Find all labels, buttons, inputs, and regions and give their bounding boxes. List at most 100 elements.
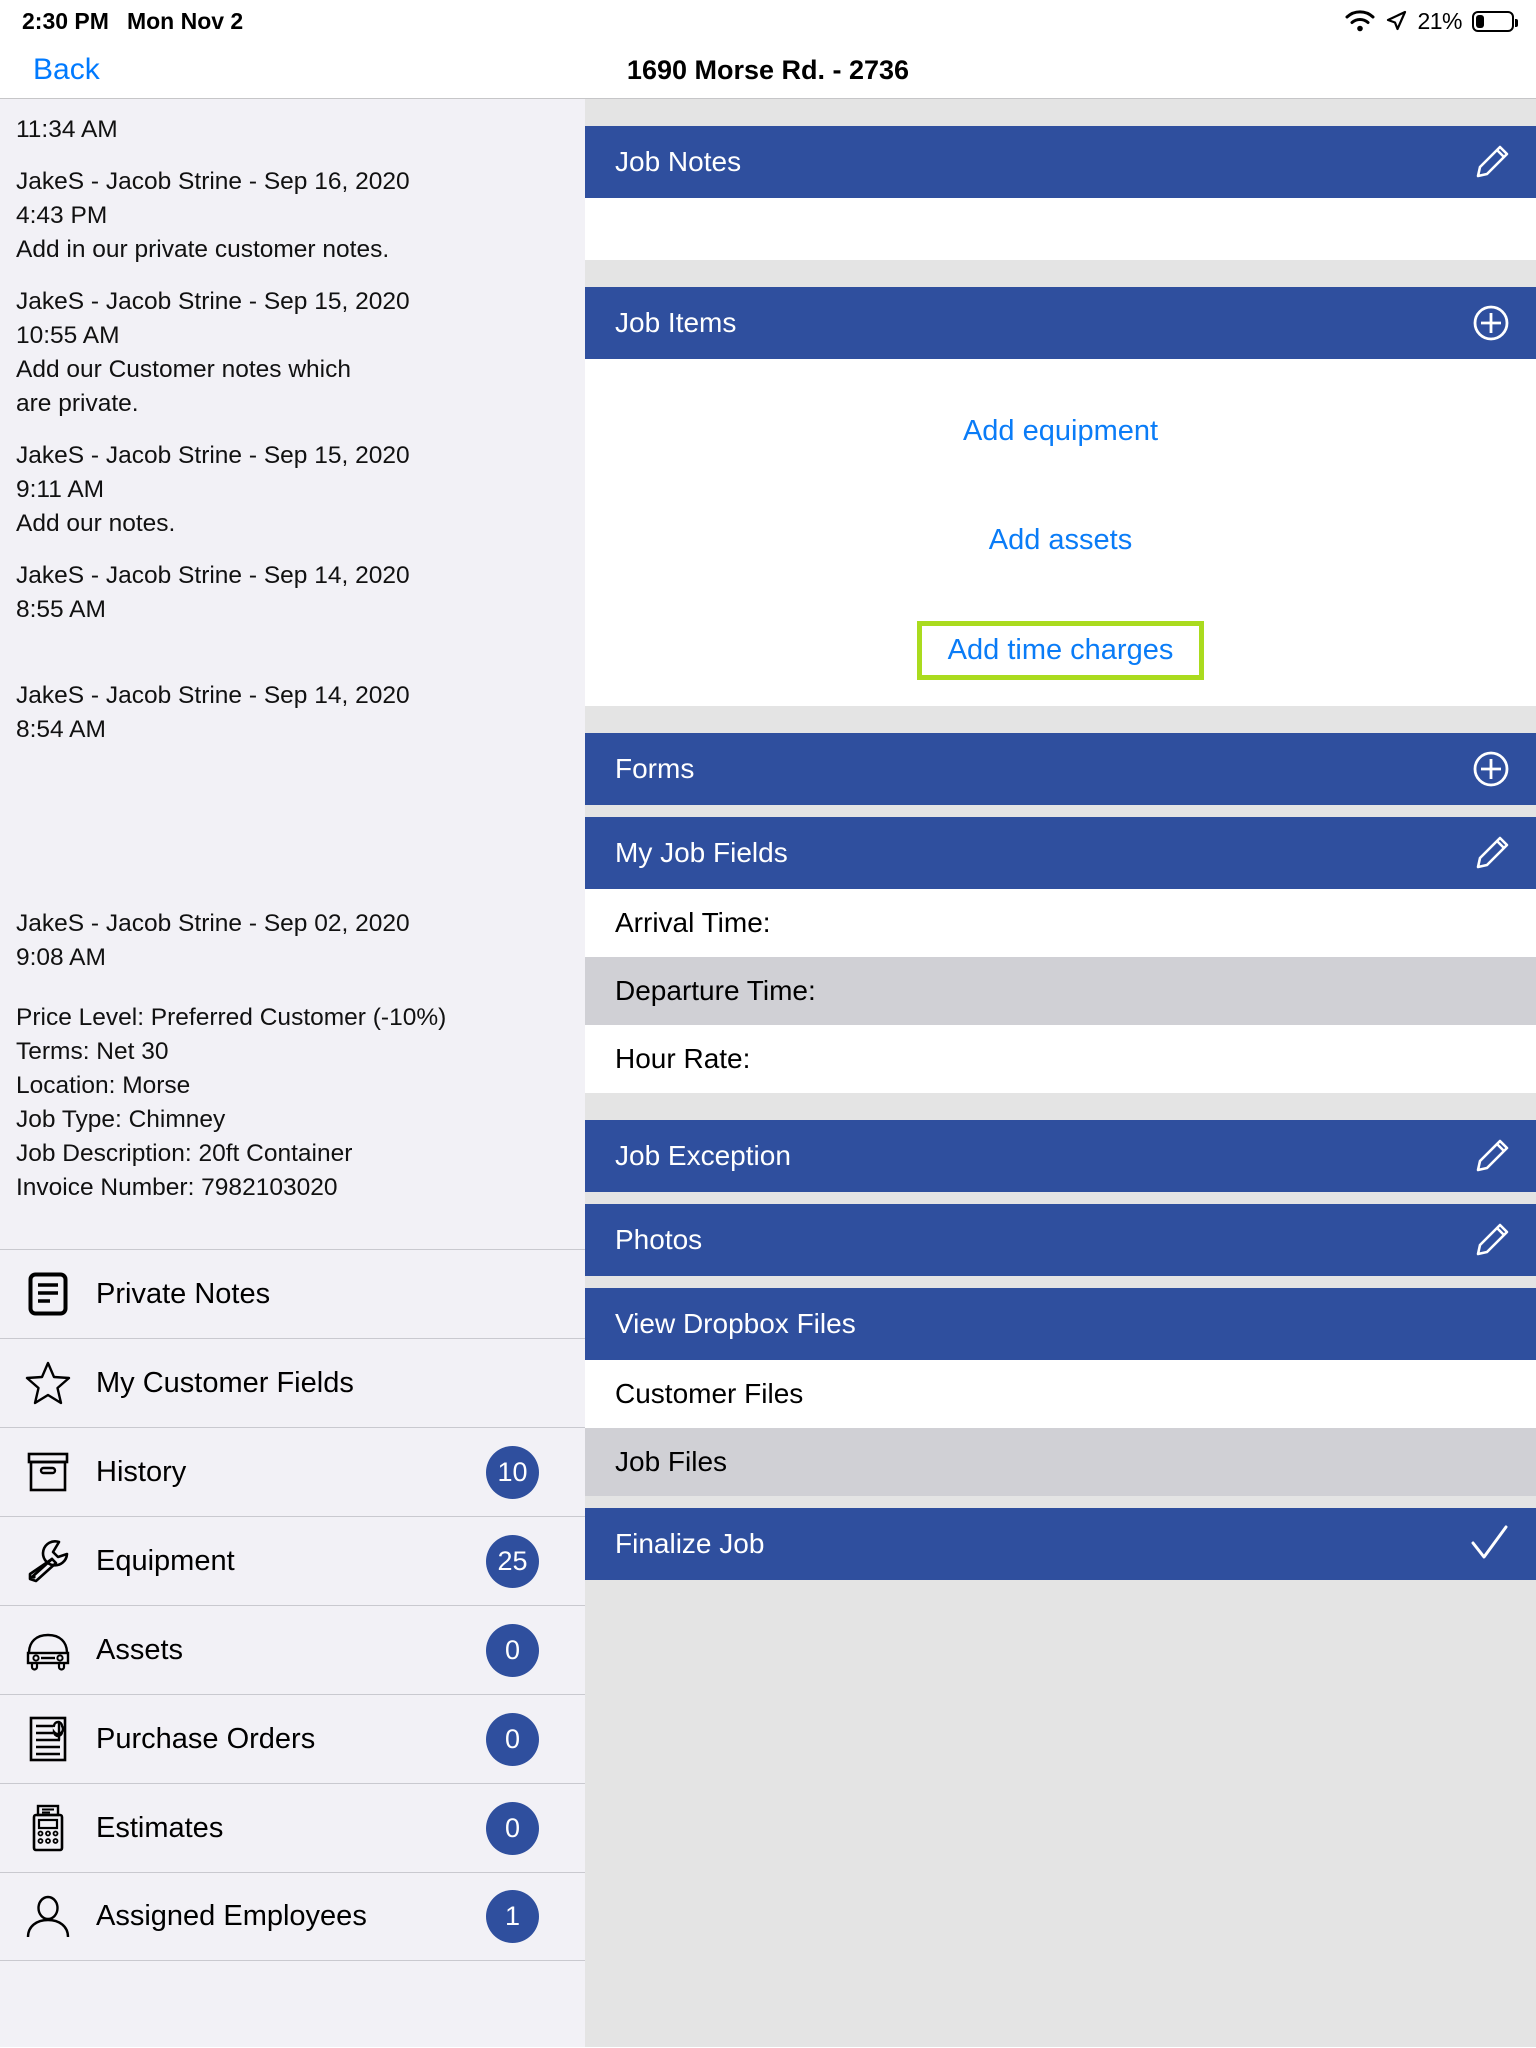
sidebar-item-label: Assigned Employees — [96, 1900, 367, 1932]
section-header-my-job-fields[interactable]: My Job Fields — [585, 817, 1536, 889]
note-entry: JakeS - Jacob Strine - Sep 14, 2020 8:54… — [16, 682, 410, 743]
invoice-dollar-icon — [22, 1716, 74, 1762]
back-button[interactable]: Back — [33, 53, 100, 87]
battery-icon — [1472, 10, 1518, 32]
job-items-body: Add equipment Add assets Add time charge… — [585, 359, 1536, 706]
add-assets-button[interactable]: Add assets — [989, 512, 1132, 569]
section-spacer — [585, 1192, 1536, 1204]
section-title: View Dropbox Files — [615, 1308, 856, 1339]
section-spacer — [585, 706, 1536, 733]
section-header-job-exception[interactable]: Job Exception — [585, 1120, 1536, 1192]
section-title: Forms — [615, 753, 695, 784]
section-title: Photos — [615, 1224, 703, 1255]
sidebar-item-assets[interactable]: Assets 0 — [0, 1605, 585, 1694]
calculator-icon — [22, 1804, 74, 1852]
dropbox-row-job-files[interactable]: Job Files — [585, 1428, 1536, 1496]
section-spacer — [585, 1496, 1536, 1508]
sidebar-menu: Private Notes My Customer Fields History… — [0, 1249, 585, 1961]
plus-circle-icon[interactable] — [1472, 750, 1510, 788]
left-sidebar[interactable]: 11:34 AM JakeS - Jacob Strine - Sep 16, … — [0, 99, 585, 2047]
field-row-arrival-time[interactable]: Arrival Time: — [585, 889, 1536, 957]
section-header-photos[interactable]: Photos — [585, 1204, 1536, 1276]
pencil-icon[interactable] — [1474, 1222, 1510, 1258]
right-detail-panel[interactable]: Job Notes Job Items Add equipment Add as… — [585, 99, 1536, 2047]
star-icon — [22, 1360, 74, 1406]
sidebar-item-my-customer-fields[interactable]: My Customer Fields — [0, 1338, 585, 1427]
content-split: 11:34 AM JakeS - Jacob Strine - Sep 16, … — [0, 99, 1536, 2047]
dropbox-row-customer-files[interactable]: Customer Files — [585, 1360, 1536, 1428]
sidebar-item-equipment[interactable]: Equipment 25 — [0, 1516, 585, 1605]
status-badge: 0 — [486, 1623, 539, 1677]
navigation-bar: Back 1690 Morse Rd. - 2736 — [0, 42, 1536, 99]
section-header-forms[interactable]: Forms — [585, 733, 1536, 805]
add-assets-row: Add assets — [585, 512, 1536, 569]
notes-document-icon — [22, 1272, 74, 1316]
location-arrow-icon — [1385, 10, 1407, 32]
status-badge: 1 — [486, 1890, 539, 1943]
note-entry: JakeS - Jacob Strine - Sep 15, 2020 10:5… — [16, 288, 410, 417]
wifi-icon — [1345, 10, 1375, 32]
sidebar-item-private-notes[interactable]: Private Notes — [0, 1249, 585, 1338]
pencil-icon[interactable] — [1474, 1138, 1510, 1174]
battery-percent: 21% — [1417, 7, 1462, 34]
note-entry: JakeS - Jacob Strine - Sep 15, 2020 9:11… — [16, 442, 410, 537]
field-row-hour-rate[interactable]: Hour Rate: — [585, 1025, 1536, 1093]
job-meta-details: Price Level: Preferred Customer (-10%) T… — [16, 1004, 447, 1201]
add-equipment-row: Add equipment — [585, 403, 1536, 460]
pencil-icon[interactable] — [1474, 835, 1510, 871]
note-entry: JakeS - Jacob Strine - Sep 16, 2020 4:43… — [16, 168, 410, 263]
note-entry: 11:34 AM — [16, 116, 118, 143]
sidebar-item-label: Purchase Orders — [96, 1722, 316, 1755]
sidebar-item-history[interactable]: History 10 — [0, 1427, 585, 1516]
status-bar-left: 2:30 PM Mon Nov 2 — [22, 8, 243, 35]
checkmark-icon[interactable] — [1468, 1523, 1510, 1565]
sidebar-item-label: Assets — [96, 1633, 184, 1666]
notes-list: 11:34 AM JakeS - Jacob Strine - Sep 16, … — [0, 99, 585, 975]
archive-box-icon — [22, 1451, 74, 1493]
status-badge: 25 — [486, 1534, 539, 1588]
person-icon — [22, 1895, 74, 1939]
my-job-fields-body: Arrival Time: Departure Time: Hour Rate: — [585, 889, 1536, 1093]
add-time-charges-button[interactable]: Add time charges — [948, 634, 1174, 667]
wrench-icon — [22, 1538, 74, 1584]
status-badge: 0 — [486, 1712, 539, 1766]
section-spacer — [585, 805, 1536, 817]
section-spacer — [585, 1093, 1536, 1120]
add-time-charges-highlight[interactable]: Add time charges — [916, 621, 1205, 680]
section-spacer — [585, 99, 1536, 126]
status-time: 2:30 PM — [22, 7, 109, 34]
section-title: Job Exception — [615, 1140, 791, 1171]
section-header-job-notes[interactable]: Job Notes — [585, 126, 1536, 198]
section-title: My Job Fields — [615, 837, 788, 868]
section-title: Finalize Job — [615, 1528, 765, 1559]
add-equipment-button[interactable]: Add equipment — [963, 403, 1158, 460]
job-notes-body — [585, 198, 1536, 260]
sidebar-item-label: Equipment — [96, 1544, 235, 1577]
status-badge: 10 — [486, 1445, 539, 1499]
sidebar-item-label: Estimates — [96, 1811, 224, 1844]
section-title: Job Items — [615, 307, 737, 338]
sidebar-item-purchase-orders[interactable]: Purchase Orders 0 — [0, 1694, 585, 1783]
status-bar: 2:30 PM Mon Nov 2 21% — [0, 0, 1536, 42]
dropbox-files-body: Customer Files Job Files — [585, 1360, 1536, 1496]
section-spacer — [585, 1276, 1536, 1288]
note-entry: JakeS - Jacob Strine - Sep 02, 2020 9:08… — [16, 910, 410, 971]
sidebar-item-label: History — [96, 1455, 187, 1488]
car-icon — [22, 1629, 74, 1671]
section-header-finalize-job[interactable]: Finalize Job — [585, 1508, 1536, 1580]
sidebar-item-estimates[interactable]: Estimates 0 — [0, 1783, 585, 1872]
status-date: Mon Nov 2 — [126, 7, 244, 34]
sidebar-item-assigned-employees[interactable]: Assigned Employees 1 — [0, 1872, 585, 1961]
section-header-view-dropbox-files[interactable]: View Dropbox Files — [585, 1288, 1536, 1360]
field-row-departure-time[interactable]: Departure Time: — [585, 957, 1536, 1025]
sidebar-item-label: My Customer Fields — [96, 1366, 354, 1399]
section-spacer — [585, 260, 1536, 287]
pencil-icon[interactable] — [1474, 144, 1510, 180]
sidebar-item-label: Private Notes — [96, 1277, 271, 1310]
section-header-job-items[interactable]: Job Items — [585, 287, 1536, 359]
status-bar-right: 21% — [1345, 7, 1518, 35]
status-badge: 0 — [486, 1801, 539, 1855]
note-entry: JakeS - Jacob Strine - Sep 14, 2020 8:55… — [16, 562, 410, 623]
page-title: 1690 Morse Rd. - 2736 — [626, 54, 910, 85]
plus-circle-icon[interactable] — [1472, 304, 1510, 342]
